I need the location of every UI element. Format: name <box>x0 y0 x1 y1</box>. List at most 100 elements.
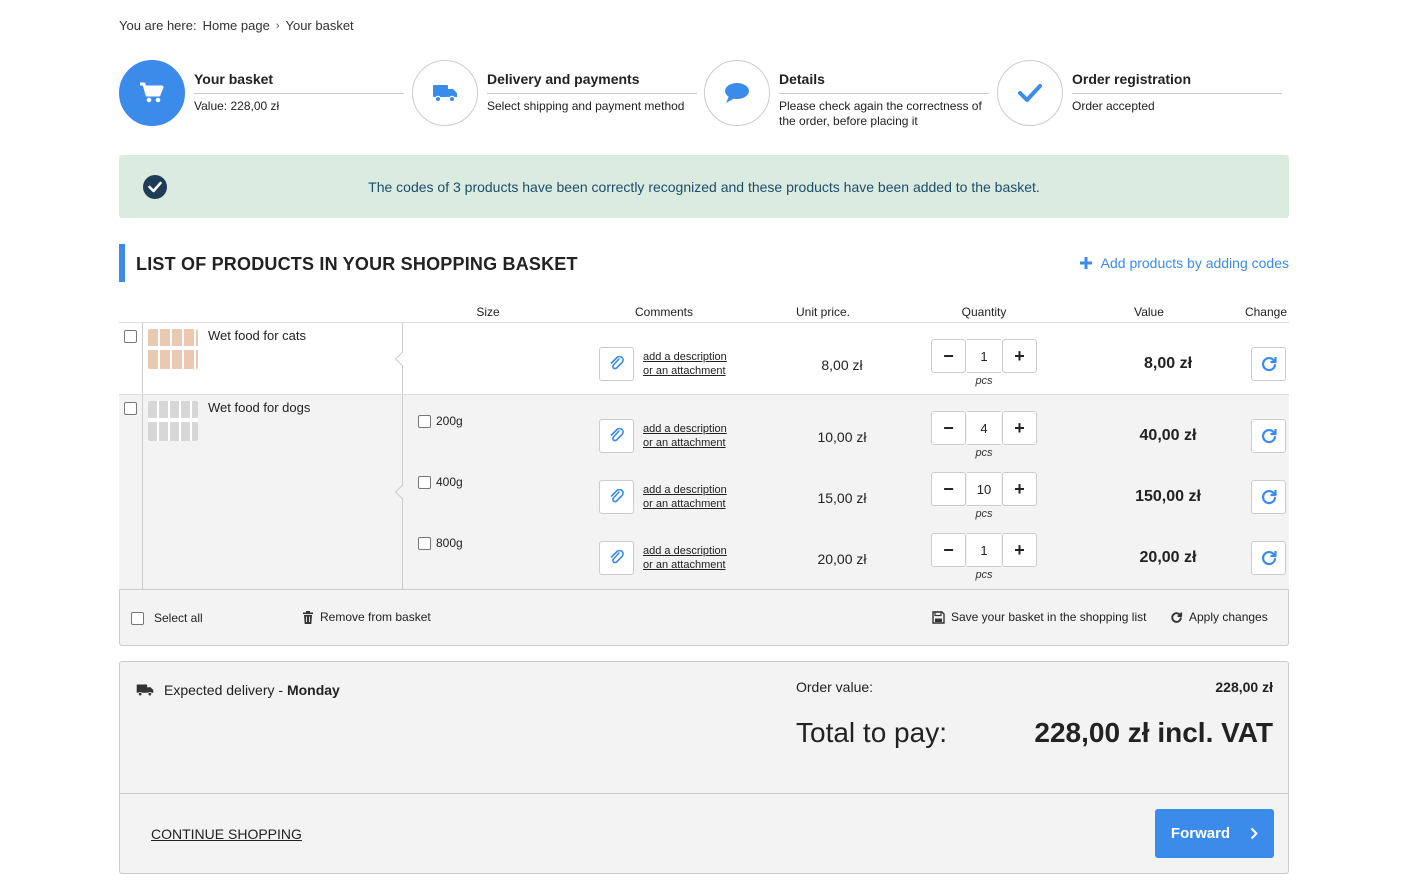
size-option[interactable]: 200g <box>418 414 463 428</box>
remove-from-basket-button[interactable]: Remove from basket <box>302 610 431 624</box>
forward-button[interactable]: Forward <box>1155 809 1274 858</box>
success-alert: The codes of 3 products have been correc… <box>119 155 1289 218</box>
step-title: Your basket <box>194 71 404 94</box>
plus-icon[interactable]: + <box>1002 533 1037 567</box>
floppy-disk-icon <box>932 610 945 624</box>
summary-divider <box>120 793 1288 794</box>
col-size: Size <box>476 305 500 319</box>
refresh-icon[interactable] <box>1251 541 1286 575</box>
desc-line2: or an attachment <box>643 365 726 377</box>
delivery-label: Expected delivery - <box>164 682 287 698</box>
refresh-icon[interactable] <box>1251 347 1286 381</box>
paperclip-icon[interactable] <box>599 480 634 514</box>
add-description-link[interactable]: add a description or an attachment <box>643 350 727 378</box>
paperclip-icon[interactable] <box>599 541 634 575</box>
variant-row: 200g add a description or an attachment … <box>402 400 1289 461</box>
order-summary: Expected delivery - Monday Order value: … <box>119 661 1289 874</box>
forward-label: Forward <box>1170 825 1231 842</box>
minus-icon[interactable]: − <box>931 472 966 506</box>
table-header: Size Comments Unit price. Quantity Value… <box>119 305 1289 323</box>
refresh-icon[interactable] <box>1251 480 1286 514</box>
minus-icon[interactable]: − <box>931 533 966 567</box>
total-value: 228,00 zł incl. VAT <box>1034 717 1273 748</box>
quantity-stepper: − 1 + <box>931 533 1037 567</box>
breadcrumb-prefix: You are here: <box>119 18 197 33</box>
quantity-unit: pcs <box>975 508 993 520</box>
step-subtitle: Order accepted <box>1072 99 1155 113</box>
size-checkbox[interactable] <box>418 475 431 489</box>
line-value: 8,00 zł <box>1143 355 1193 372</box>
line-value: 150,00 zł <box>1135 488 1201 505</box>
line-value: 40,00 zł <box>1139 427 1197 444</box>
unit-price: 8,00 zł <box>821 357 863 373</box>
unit-price: 15,00 zł <box>817 490 867 506</box>
row-divider <box>142 395 143 589</box>
col-value: Value <box>1134 305 1164 319</box>
plus-icon[interactable]: + <box>1002 472 1037 506</box>
truck-icon <box>136 684 154 697</box>
expected-delivery: Expected delivery - Monday <box>136 682 340 698</box>
product-checkbox[interactable] <box>124 330 137 343</box>
cart-icon <box>119 60 185 126</box>
add-description-link[interactable]: add a description or an attachment <box>643 422 727 450</box>
section-title: LIST OF PRODUCTS IN YOUR SHOPPING BASKET <box>136 254 578 274</box>
col-change: Change <box>1244 305 1288 319</box>
quantity-unit: pcs <box>975 447 993 459</box>
col-comments: Comments <box>634 305 693 319</box>
size-checkbox[interactable] <box>418 536 431 550</box>
checkmark-icon <box>997 60 1063 126</box>
add-description-link[interactable]: add a description or an attachment <box>643 483 727 511</box>
desc-line1: add a description <box>643 423 727 435</box>
size-label: 800g <box>436 536 463 550</box>
minus-icon[interactable]: − <box>931 411 966 445</box>
add-description-link[interactable]: add a description or an attachment <box>643 544 727 572</box>
size-option[interactable]: 400g <box>418 475 463 489</box>
plus-icon[interactable]: + <box>1002 411 1037 445</box>
add-products-by-codes-link[interactable]: Add products by adding codes <box>1079 255 1289 271</box>
quantity-input[interactable]: 4 <box>967 411 1001 445</box>
plus-icon <box>1079 257 1092 269</box>
refresh-icon[interactable] <box>1251 419 1286 453</box>
product-name[interactable]: Wet food for dogs <box>208 400 310 415</box>
step-title: Delivery and payments <box>487 71 697 94</box>
paperclip-icon[interactable] <box>599 419 634 453</box>
apply-changes-button[interactable]: Apply changes <box>1170 610 1268 624</box>
quantity-unit: pcs <box>975 375 993 387</box>
basket-actions-bar: Select all Remove from basket Save your … <box>119 589 1289 646</box>
quantity-input[interactable]: 1 <box>967 339 1001 373</box>
product-name[interactable]: Wet food for cats <box>208 328 306 343</box>
desc-line1: add a description <box>643 351 727 363</box>
total-label: Total to pay: <box>796 717 947 748</box>
breadcrumb-home-link[interactable]: Home page <box>203 18 270 33</box>
desc-line2: or an attachment <box>643 498 726 510</box>
breadcrumb-current: Your basket <box>285 18 354 33</box>
select-all-checkbox[interactable] <box>131 611 144 625</box>
product-thumbnail[interactable] <box>148 329 198 369</box>
variant-row: 800g add a description or an attachment … <box>402 522 1289 583</box>
quantity-stepper: − 4 + <box>931 411 1037 445</box>
quantity-input[interactable]: 1 <box>967 533 1001 567</box>
col-quantity: Quantity <box>961 305 1007 319</box>
section-header: LIST OF PRODUCTS IN YOUR SHOPPING BASKET… <box>119 244 1289 282</box>
continue-shopping-link[interactable]: CONTINUE SHOPPING <box>151 826 302 842</box>
variant-row: 400g add a description or an attachment … <box>402 461 1289 522</box>
desc-line2: or an attachment <box>643 437 726 449</box>
paperclip-icon[interactable] <box>599 347 634 381</box>
quantity-input[interactable]: 10 <box>967 472 1001 506</box>
variant-row: add a description or an attachment 8,00 … <box>402 328 1289 389</box>
product-checkbox[interactable] <box>124 402 137 415</box>
unit-price: 10,00 zł <box>817 429 867 445</box>
select-all[interactable]: Select all <box>131 611 203 625</box>
size-option[interactable]: 800g <box>418 536 463 550</box>
product-thumbnail[interactable] <box>148 401 198 441</box>
step-title: Order registration <box>1072 71 1282 94</box>
alert-message: The codes of 3 products have been correc… <box>368 179 1040 195</box>
step-subtitle: Please check again the correctness of th… <box>779 99 982 128</box>
checkout-steps: Your basket Value: 228,00 zł Delivery an… <box>119 60 1289 128</box>
save-basket-button[interactable]: Save your basket in the shopping list <box>932 610 1146 624</box>
chevron-right-icon: › <box>275 19 280 32</box>
size-checkbox[interactable] <box>418 414 431 428</box>
plus-icon[interactable]: + <box>1002 339 1037 373</box>
trash-icon <box>303 610 313 624</box>
minus-icon[interactable]: − <box>931 339 966 373</box>
